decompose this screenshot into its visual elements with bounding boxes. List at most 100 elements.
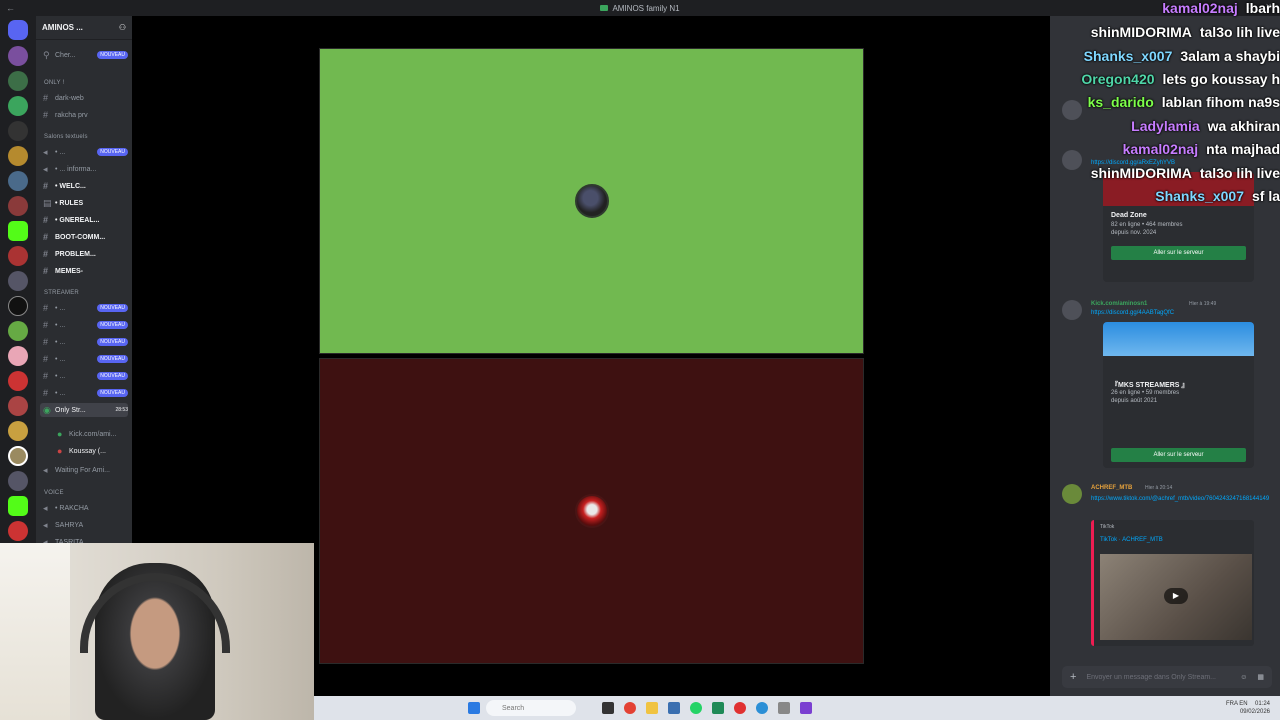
avatar (1062, 150, 1082, 170)
channel-item[interactable]: ◂ SAHRYA (40, 518, 128, 532)
channel-item[interactable]: # • ... NOUVEAU (40, 335, 128, 349)
window-title: AMINOS family N1 (600, 4, 680, 13)
whatsapp-icon[interactable] (690, 702, 702, 714)
opera-icon[interactable] (734, 702, 746, 714)
category-header[interactable]: VOICE (44, 490, 64, 496)
region-indicator[interactable]: EN (1239, 701, 1247, 707)
message-composer[interactable]: + Envoyer un message dans Only Stream...… (1062, 666, 1272, 688)
channel-item[interactable]: ▤ • RULES (40, 196, 128, 210)
participant-tile[interactable] (319, 48, 864, 354)
channel-item[interactable]: # MEMES- (40, 264, 128, 278)
obs-icon[interactable] (800, 702, 812, 714)
app-icon[interactable] (602, 702, 614, 714)
server-icon[interactable] (8, 196, 28, 216)
channel-item[interactable]: # • ... NOUVEAU (40, 369, 128, 383)
clock-date[interactable]: 09/02/2026 (1240, 709, 1270, 715)
invite-stats: 82 en ligne • 464 membres (1111, 222, 1183, 228)
server-icon[interactable] (8, 46, 28, 66)
chrome-icon[interactable] (624, 702, 636, 714)
message-input[interactable]: Envoyer un message dans Only Stream... (1086, 674, 1230, 681)
server-icon[interactable] (8, 446, 28, 466)
channel-item[interactable]: # • ... NOUVEAU (40, 318, 128, 332)
server-icon[interactable] (8, 271, 28, 291)
server-icon[interactable] (8, 471, 28, 491)
channel-item[interactable]: # dark-web (40, 91, 128, 105)
invite-link[interactable]: https://discord.gg/aRxEZyhYVB (1091, 160, 1175, 166)
back-arrow-icon[interactable]: ← (6, 3, 15, 13)
channel-item[interactable]: # • GNEREAL... (40, 213, 128, 227)
channel-item[interactable]: # • ... NOUVEAU (40, 301, 128, 315)
invite-server-name: 『MKS STREAMERS 』 (1111, 382, 1189, 389)
embed-title[interactable]: TikTok · ACHREF_MTB (1100, 537, 1163, 543)
start-icon[interactable] (468, 702, 480, 714)
category-header[interactable]: STREAMER (44, 290, 79, 296)
clock-time[interactable]: 01:24 (1255, 701, 1270, 707)
server-icon[interactable] (8, 146, 28, 166)
webcam-background (0, 543, 70, 720)
server-icon[interactable] (8, 96, 28, 116)
server-icon[interactable] (8, 296, 28, 316)
category-header[interactable]: Salons textuels (44, 134, 88, 140)
message-author[interactable]: Kick.com/aminosn1 (1091, 301, 1147, 307)
channel-item[interactable]: # • WELC... (40, 179, 128, 193)
language-indicator[interactable]: FRA (1226, 701, 1238, 707)
hash-icon: # (43, 232, 49, 242)
edge-icon[interactable] (756, 702, 768, 714)
app-icon[interactable] (668, 702, 680, 714)
server-icon[interactable] (8, 521, 28, 541)
active-voice-channel[interactable]: ◉ Only Str... 28:53 (40, 403, 128, 417)
app-icon[interactable] (712, 702, 724, 714)
add-attachment-icon[interactable]: + (1070, 671, 1076, 683)
system-tray[interactable]: FRA EN 01:24 09/02/2026 (1226, 700, 1270, 716)
channel-item[interactable]: ◂ • ... NOUVEAU (40, 145, 128, 159)
server-icon[interactable] (8, 121, 28, 141)
voice-member[interactable]: ● Kick.com/ami... (54, 427, 128, 441)
kick-server-icon[interactable] (8, 496, 28, 516)
channel-item[interactable]: # BOOT-COMM... (40, 230, 128, 244)
channel-item[interactable]: ⚲ Cher... NOUVEAU (40, 48, 128, 62)
minimize-icon[interactable]: — (1226, 2, 1234, 11)
server-icon[interactable] (8, 321, 28, 341)
discord-home-icon[interactable] (8, 20, 28, 40)
message-time: Hier à 20:14 (1145, 485, 1173, 491)
play-icon[interactable]: ▶ (1164, 588, 1188, 604)
new-badge: NOUVEAU (97, 148, 128, 156)
channel-item[interactable]: # PROBLEM... (40, 247, 128, 261)
settings-icon[interactable] (778, 702, 790, 714)
join-server-button[interactable]: Aller sur le serveur (1111, 246, 1246, 260)
server-icon[interactable] (8, 371, 28, 391)
channel-item[interactable]: # • ... NOUVEAU (40, 386, 128, 400)
tiktok-link[interactable]: https://www.tiktok.com/@achref_mtb/video… (1091, 494, 1272, 504)
channel-item[interactable]: ◂ • ... informa... (40, 162, 128, 176)
close-icon[interactable]: ✕ (1265, 2, 1272, 11)
participant-tile[interactable] (319, 358, 864, 664)
invite-link[interactable]: https://discord.gg/4AABTagQfC (1091, 310, 1174, 316)
server-icon[interactable] (8, 396, 28, 416)
hash-icon: # (43, 110, 49, 120)
channel-item[interactable]: # rakcha prv (40, 108, 128, 122)
voice-member[interactable]: ● Koussay (... (54, 444, 128, 458)
taskbar-search[interactable]: Search (486, 700, 576, 716)
server-icon[interactable] (8, 346, 28, 366)
channel-item[interactable]: ◂ Waiting For Ami... (40, 463, 128, 477)
emoji-icon[interactable]: ☺ (1240, 674, 1247, 681)
channel-timer: 28:53 (115, 407, 128, 413)
server-header[interactable]: AMINOS ... ⚇ (36, 16, 132, 40)
server-icon[interactable] (8, 71, 28, 91)
window-controls: — ☐ ✕ (1226, 2, 1272, 11)
join-server-button[interactable]: Aller sur le serveur (1111, 448, 1246, 462)
video-thumbnail[interactable]: ▶ (1100, 554, 1252, 640)
channel-item[interactable]: ◂ • RAKCHA (40, 501, 128, 515)
server-icon[interactable] (8, 421, 28, 441)
hash-icon: # (43, 371, 49, 381)
category-header[interactable]: ONLY ! (44, 80, 64, 86)
channel-item[interactable]: # • ... NOUVEAU (40, 352, 128, 366)
server-icon[interactable] (8, 171, 28, 191)
message-author[interactable]: ACHREF_MTB (1091, 485, 1132, 491)
kick-server-icon[interactable] (8, 221, 28, 241)
file-explorer-icon[interactable] (646, 702, 658, 714)
maximize-icon[interactable]: ☐ (1246, 2, 1253, 11)
server-icon[interactable] (8, 246, 28, 266)
add-user-icon[interactable]: ⚇ (119, 23, 126, 32)
apps-icon[interactable]: ▦ (1257, 673, 1264, 681)
